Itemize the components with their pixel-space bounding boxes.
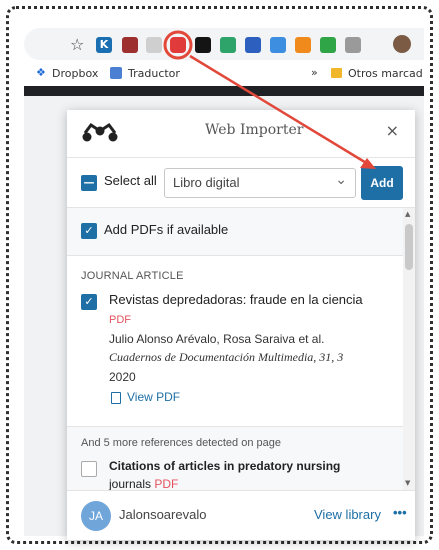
extension-icon[interactable] xyxy=(122,37,138,53)
collection-value: Libro digital xyxy=(173,175,240,190)
select-all-checkbox[interactable]: — xyxy=(81,175,97,191)
add-pdfs-label: Add PDFs if available xyxy=(104,222,229,237)
puzzle-icon[interactable] xyxy=(345,37,361,53)
more-references-text: And 5 more references detected on page xyxy=(81,437,281,449)
view-pdf-link[interactable]: View PDF xyxy=(127,390,180,404)
scroll-down-icon[interactable]: ▼ xyxy=(405,479,410,487)
avatar: JA xyxy=(81,501,111,531)
extension-academic-icon[interactable] xyxy=(245,37,261,53)
bookmarks-overflow[interactable]: » xyxy=(311,66,318,79)
bookmark-traductor[interactable]: Traductor xyxy=(128,67,180,80)
dropbox-icon: ❖ xyxy=(36,66,46,79)
item-type-label: JOURNAL ARTICLE xyxy=(81,270,184,282)
more-references-section: And 5 more references detected on page C… xyxy=(67,426,403,490)
extension-diamond-icon[interactable] xyxy=(320,37,336,53)
extension-feather-icon[interactable] xyxy=(220,37,236,53)
chevron-down-icon: ⌄ xyxy=(335,172,347,188)
item-authors: Julio Alonso Arévalo, Rosa Saraiva et al… xyxy=(109,332,325,346)
extension-folder-icon[interactable] xyxy=(270,37,286,53)
add-pdfs-option[interactable]: ✓ Add PDFs if available xyxy=(67,208,403,256)
bookmark-other[interactable]: Otros marcad xyxy=(348,67,423,80)
collection-select[interactable]: Libro digital ⌄ xyxy=(164,168,356,198)
translate-icon xyxy=(110,67,122,79)
mendeley-icon[interactable] xyxy=(170,37,186,53)
item-title: Revistas depredadoras: fraude en la cien… xyxy=(109,292,363,307)
folder-icon xyxy=(331,68,342,78)
close-icon[interactable]: × xyxy=(386,121,399,140)
scroll-up-icon[interactable]: ▲ xyxy=(405,210,410,218)
item2-title: Citations of articles in predatory nursi… xyxy=(109,459,341,473)
popup-footer: JA Jalonsoarevalo View library ••• xyxy=(67,490,415,540)
username: Jalonsoarevalo xyxy=(119,507,207,522)
item2-checkbox[interactable] xyxy=(81,461,97,477)
scrollbar[interactable]: ▲ ▼ xyxy=(403,208,415,490)
popup-title: Web Importer xyxy=(205,122,304,138)
bookmarks-bar: ❖ Dropbox Traductor » Otros marcad xyxy=(24,62,424,86)
page-header-strip xyxy=(24,86,424,96)
import-controls: — Select all Libro digital ⌄ Add xyxy=(67,158,415,208)
pdf-badge: PDF xyxy=(109,314,131,326)
select-all-label: Select all xyxy=(104,173,157,188)
scrollbar-thumb[interactable] xyxy=(405,224,413,270)
web-importer-popup: Web Importer × — Select all Libro digita… xyxy=(67,110,415,540)
item-year: 2020 xyxy=(109,370,136,384)
rss-icon[interactable] xyxy=(295,37,311,53)
popup-header: Web Importer × xyxy=(67,110,415,158)
extension-k-icon[interactable]: K xyxy=(96,37,112,53)
more-options-icon[interactable]: ••• xyxy=(393,505,407,520)
mendeley-logo-icon xyxy=(82,122,118,142)
bookmark-dropbox[interactable]: Dropbox xyxy=(52,67,98,80)
item-checkbox[interactable]: ✓ xyxy=(81,294,97,310)
profile-avatar[interactable] xyxy=(393,35,411,53)
item2-pdf-badge: PDF xyxy=(154,477,179,490)
extension-g-icon[interactable] xyxy=(195,37,211,53)
pdf-file-icon xyxy=(111,392,121,404)
item-journal: Cuadernos de Documentación Multimedia, 3… xyxy=(109,350,344,364)
add-pdfs-checkbox[interactable]: ✓ xyxy=(81,223,97,239)
add-button[interactable]: Add xyxy=(361,166,403,200)
view-library-link[interactable]: View library xyxy=(314,507,381,522)
item2-subtitle: journals PDF xyxy=(109,477,178,490)
extension-doc-icon[interactable] xyxy=(146,37,162,53)
item2-subtitle-text: journals xyxy=(109,477,152,490)
star-icon[interactable]: ☆ xyxy=(70,35,84,54)
results-list: ✓ Add PDFs if available JOURNAL ARTICLE … xyxy=(67,208,415,490)
